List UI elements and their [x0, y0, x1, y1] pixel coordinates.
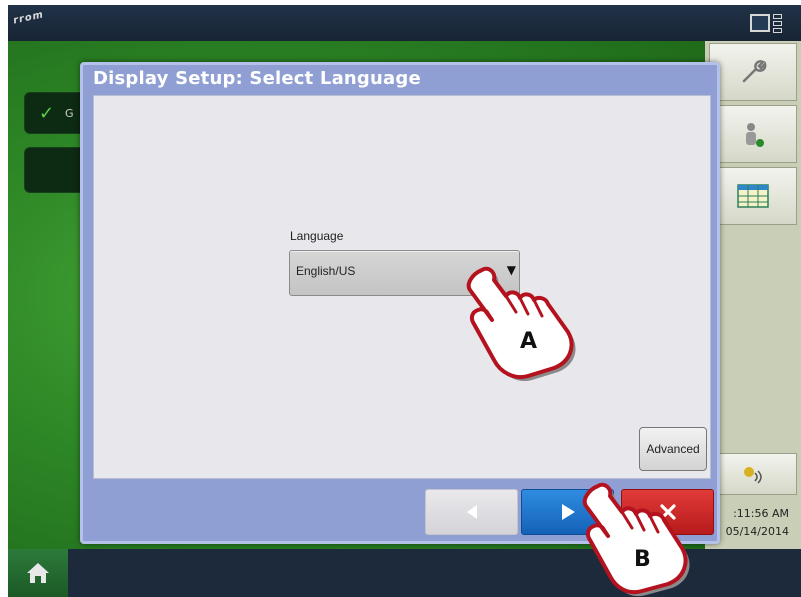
status-icon — [744, 467, 762, 484]
dialog-title: Display Setup: Select Language — [93, 68, 421, 89]
callout-b-pointer: B — [576, 478, 704, 597]
language-selected-value: English/US — [296, 264, 356, 278]
advanced-button[interactable]: Advanced — [639, 427, 707, 471]
clock-date: 05/14/2014 — [725, 525, 789, 538]
grid-icon — [737, 184, 769, 208]
check-icon: ✓ — [39, 103, 55, 124]
clock: :11:56 AM 05/14/2014 — [709, 499, 797, 547]
brand-logo: rrom — [12, 9, 45, 27]
back-arrow-icon — [466, 505, 477, 519]
operator-button[interactable] — [709, 105, 797, 163]
top-bar: rrom — [8, 5, 801, 41]
tools-button[interactable] — [709, 43, 797, 101]
back-button[interactable] — [425, 489, 518, 535]
layout-icon[interactable] — [750, 11, 790, 35]
callout-a-pointer: A — [458, 262, 590, 382]
status-button[interactable] — [709, 453, 797, 495]
home-button[interactable] — [8, 549, 68, 597]
background-item-label: G — [65, 107, 74, 120]
select-language-dialog: Display Setup: Select Language Language … — [80, 62, 720, 544]
clock-time: :11:56 AM — [733, 507, 789, 520]
wrench-icon — [742, 60, 767, 83]
data-grid-button[interactable] — [709, 167, 797, 225]
dialog-body: Language English/US ▼ Advanced — [93, 95, 711, 479]
next-arrow-icon — [561, 504, 575, 520]
callout-a-label: A — [520, 329, 537, 354]
operator-icon — [746, 123, 764, 147]
language-label: Language — [290, 229, 344, 243]
callout-b-label: B — [634, 547, 651, 572]
home-icon — [27, 563, 49, 583]
